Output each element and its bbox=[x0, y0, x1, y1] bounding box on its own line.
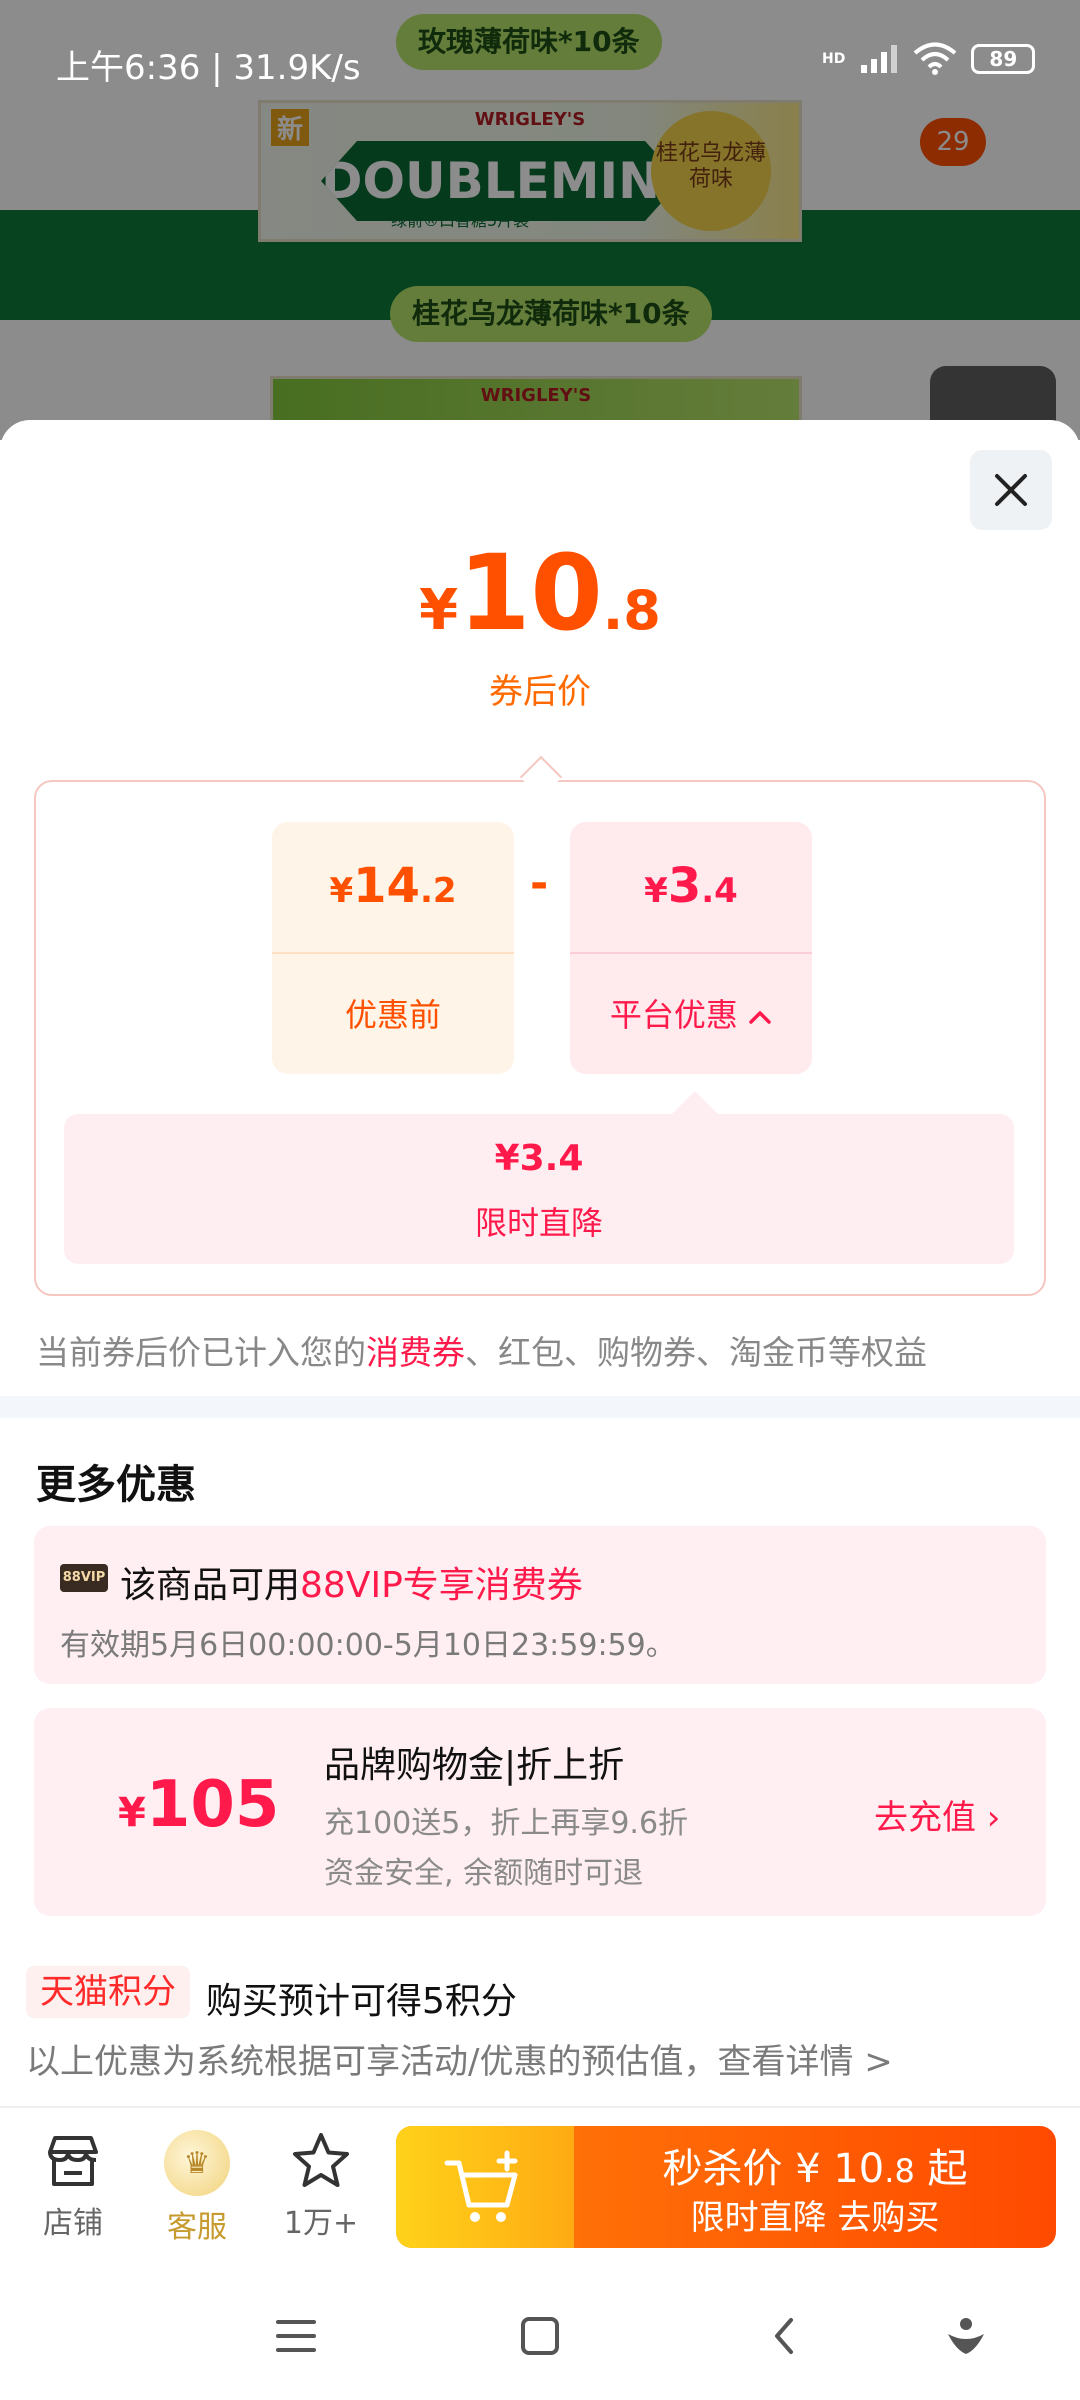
network-type: HD bbox=[822, 51, 846, 67]
price-before-decimal: .2 bbox=[419, 871, 457, 911]
recharge-link[interactable]: 去充值 › bbox=[874, 1790, 1000, 1839]
platform-discount-integer: 3 bbox=[667, 858, 702, 914]
seckill-price-decimal: .8 bbox=[884, 2152, 915, 2190]
favorite-count: 1万+ bbox=[283, 2206, 359, 2241]
brand-credit-line2: 资金安全, 余额随时可退 bbox=[324, 1856, 644, 1891]
status-time: 上午6:36 | 31.9K/s bbox=[56, 48, 361, 88]
star-icon bbox=[293, 2133, 349, 2187]
brand-credit-title: 品牌购物金|折上折 bbox=[324, 1745, 625, 1786]
seckill-price-suffix: 起 bbox=[914, 2146, 968, 2192]
platform-discount-value: ¥3.4 bbox=[570, 858, 812, 914]
close-icon bbox=[995, 474, 1027, 506]
home-nav-button[interactable] bbox=[510, 2306, 570, 2366]
chevron-up-icon bbox=[749, 1011, 771, 1024]
assistant-nav-button[interactable] bbox=[936, 2306, 996, 2366]
vip-icon: 88VIP bbox=[60, 1564, 108, 1592]
close-button[interactable] bbox=[970, 450, 1052, 530]
section-separator bbox=[0, 1396, 1080, 1418]
final-price-label: 券后价 bbox=[489, 672, 591, 712]
menu-icon bbox=[276, 2320, 316, 2352]
tmall-points-badge: 天猫积分 bbox=[26, 1966, 190, 2018]
vip-coupon-title: 该商品可用88VIP专享消费券 bbox=[120, 1556, 583, 1608]
status-icons: HD 89 bbox=[822, 42, 1036, 76]
brand-credit-line1: 充100送5，折上再享9.6折 bbox=[324, 1806, 689, 1841]
menu-nav-button[interactable] bbox=[266, 2306, 326, 2366]
platform-discount-currency: ¥ bbox=[644, 871, 668, 911]
price-note-suffix: 、红包、购物券、淘金币等权益 bbox=[465, 1333, 927, 1372]
favorite-button[interactable]: 1万+ bbox=[266, 2130, 376, 2242]
price-before-label: 优惠前 bbox=[344, 996, 441, 1034]
price-before-integer: 14 bbox=[353, 858, 420, 914]
price-note-highlight: 消费券 bbox=[366, 1333, 465, 1372]
price-before-card: ¥14.2 优惠前 bbox=[272, 822, 514, 1074]
brand-credit-amount: ¥105 bbox=[118, 1768, 279, 1842]
customer-service-button[interactable]: ♛ 客服 bbox=[142, 2130, 252, 2246]
estimate-details-link[interactable]: 以上优惠为系统根据可享活动/优惠的预估值，查看详情 > bbox=[26, 2034, 893, 2083]
back-icon bbox=[775, 2318, 793, 2354]
battery-indicator: 89 bbox=[971, 44, 1036, 74]
vip-coupon-validity: 有效期5月6日00:00:00-5月10日23:59:59。 bbox=[60, 1628, 676, 1663]
buy-now-label: 限时直降 去购买 bbox=[690, 2198, 940, 2238]
limited-time-discount-value: ¥3.4 bbox=[494, 1138, 584, 1179]
price-note-prefix: 当前券后价已计入您的 bbox=[36, 1333, 366, 1372]
buy-now-button[interactable]: 秒杀价 ¥ 10.8 起 限时直降 去购买 bbox=[396, 2126, 1056, 2248]
card-divider bbox=[570, 952, 812, 954]
wifi-icon bbox=[914, 42, 957, 75]
price-before-value: ¥14.2 bbox=[272, 858, 514, 914]
shop-button[interactable]: 店铺 bbox=[18, 2130, 128, 2242]
limited-time-discount-card: ¥3.4 限时直降 bbox=[64, 1114, 1014, 1264]
customer-service-icon: ♛ bbox=[164, 2130, 230, 2196]
platform-discount-decimal: .4 bbox=[701, 871, 738, 911]
final-price-currency: ¥ bbox=[419, 578, 459, 643]
vip-coupon-title-highlight: 88VIP专享消费券 bbox=[300, 1565, 583, 1606]
brand-credit-card[interactable]: ¥105 品牌购物金|折上折 充100送5，折上再享9.6折 资金安全, 余额随… bbox=[34, 1708, 1046, 1916]
shop-label: 店铺 bbox=[43, 2206, 103, 2241]
vip-coupon-card[interactable]: 88VIP 该商品可用88VIP专享消费券 有效期5月6日00:00:00-5月… bbox=[34, 1526, 1046, 1684]
vip-coupon-title-prefix: 该商品可用 bbox=[120, 1565, 301, 1606]
price-note: 当前券后价已计入您的消费券、红包、购物券、淘金币等权益 bbox=[36, 1326, 927, 1374]
final-price-integer: 10 bbox=[458, 532, 603, 654]
minus-sign: - bbox=[530, 858, 549, 909]
tmall-points-text: 购买预计可得5积分 bbox=[206, 1981, 517, 2022]
customer-service-label: 客服 bbox=[167, 2210, 227, 2245]
seckill-price-main: 秒杀价 ¥ 10 bbox=[662, 2146, 885, 2192]
final-price-decimal: .8 bbox=[602, 579, 661, 642]
assistant-icon bbox=[948, 2318, 984, 2354]
price-before-currency: ¥ bbox=[329, 871, 354, 911]
seckill-price: 秒杀价 ¥ 10.8 起 bbox=[574, 2136, 1056, 2194]
limited-time-discount-label: 限时直降 bbox=[474, 1204, 603, 1242]
more-offers-title: 更多优惠 bbox=[36, 1462, 196, 1508]
home-square-icon bbox=[521, 2317, 559, 2355]
final-price: ¥10.8 bbox=[0, 532, 1080, 654]
platform-discount-label: 平台优惠 bbox=[570, 990, 812, 1036]
brand-credit-currency: ¥ bbox=[118, 1790, 146, 1836]
brand-credit-value: 105 bbox=[145, 1768, 280, 1842]
platform-discount-card[interactable]: ¥3.4 平台优惠 bbox=[570, 822, 812, 1074]
card-divider bbox=[272, 952, 514, 954]
add-to-cart-button[interactable] bbox=[396, 2126, 574, 2248]
back-nav-button[interactable] bbox=[754, 2306, 814, 2366]
platform-discount-label-text: 平台优惠 bbox=[609, 996, 738, 1034]
signal-icon bbox=[861, 45, 898, 73]
store-icon bbox=[48, 2136, 98, 2186]
add-cart-icon bbox=[444, 2150, 518, 2222]
